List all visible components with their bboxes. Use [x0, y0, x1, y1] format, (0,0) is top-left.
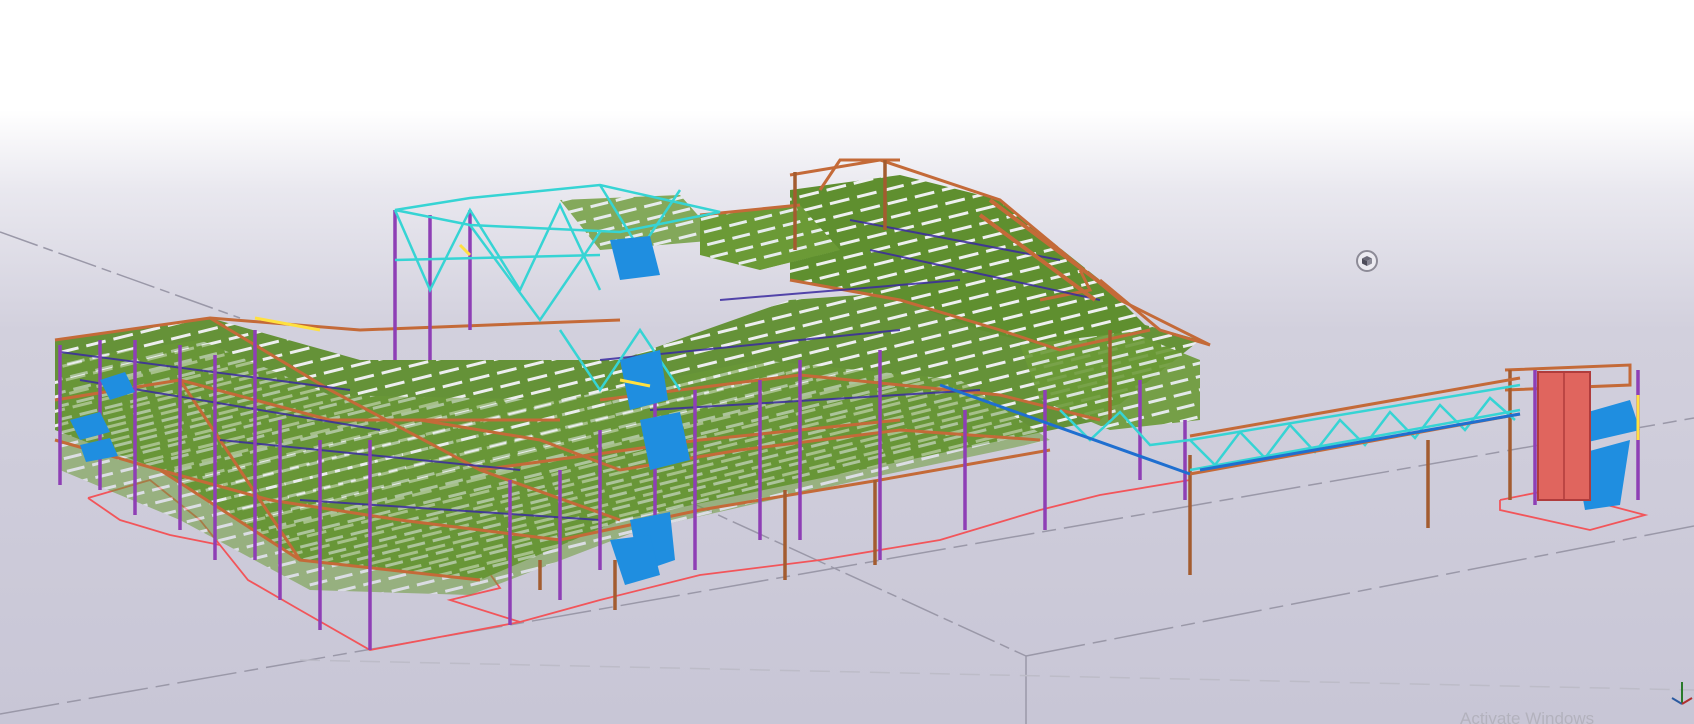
model-viewport[interactable]: Activate Windows [0, 0, 1694, 724]
view-cube-button[interactable] [1356, 250, 1378, 272]
activate-windows-watermark: Activate Windows [1460, 709, 1595, 724]
elevator-shaft [1537, 371, 1591, 501]
structural-model-3d[interactable] [0, 0, 1694, 724]
cube-icon [1362, 256, 1372, 266]
xyz-axis-icon [1671, 682, 1693, 705]
